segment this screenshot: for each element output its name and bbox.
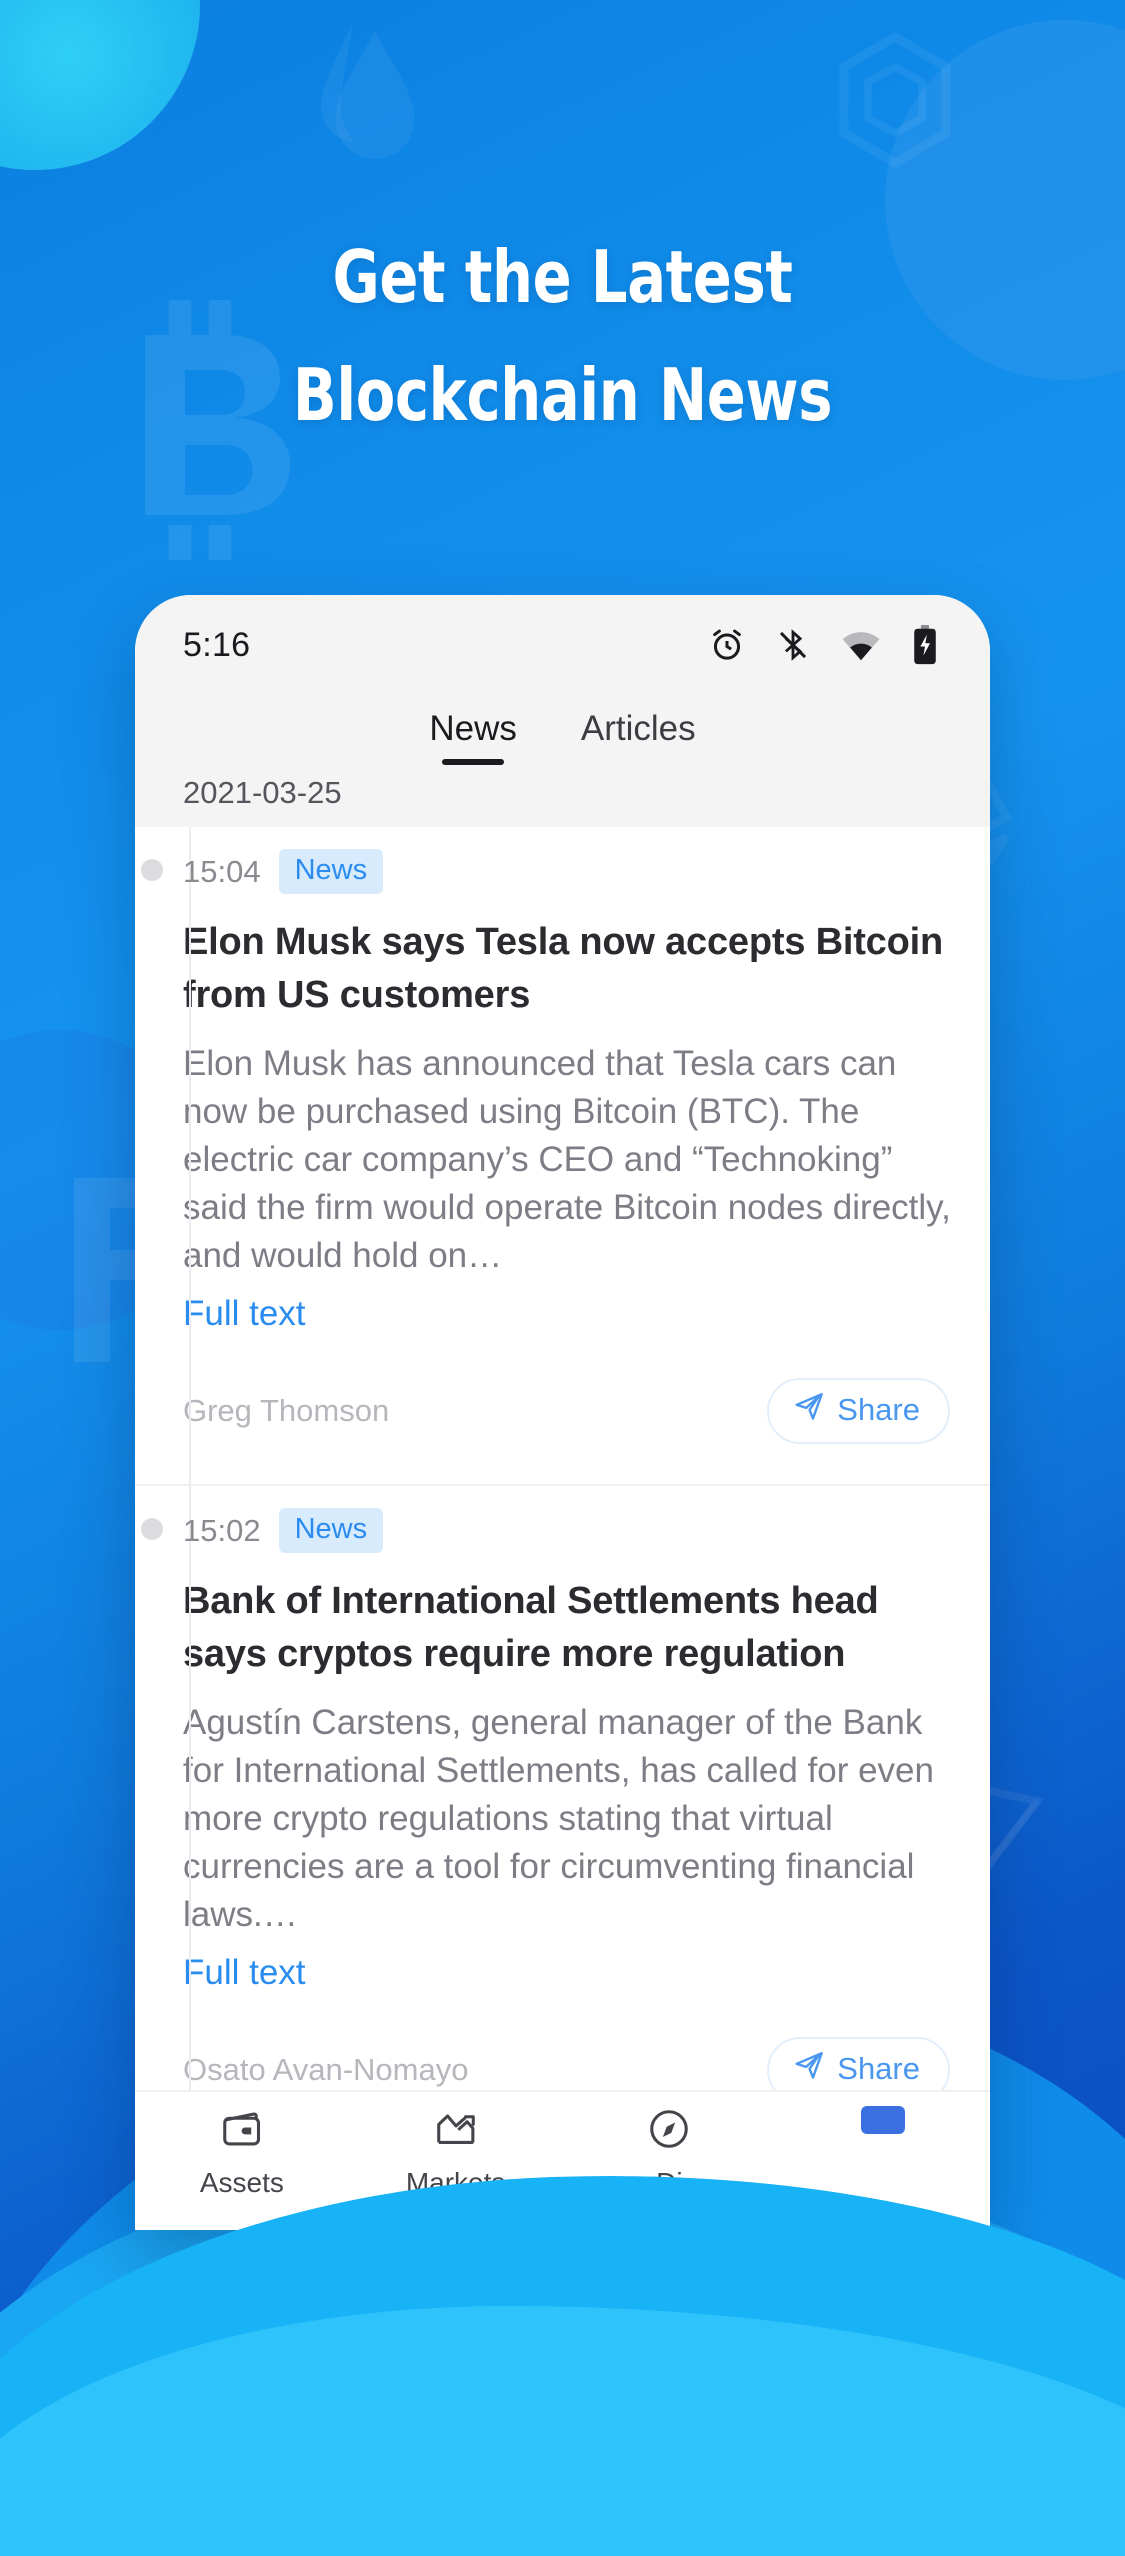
wallet-icon xyxy=(219,2106,265,2157)
status-badge: News xyxy=(278,849,384,894)
nav-item-assets-label: Assets xyxy=(199,2167,284,2198)
date-section-header: 2021-03-25 xyxy=(135,771,990,827)
status-system-icons xyxy=(708,625,938,665)
hexagon-node-watermark-icon xyxy=(820,25,970,175)
news-item-author: Greg Thomson xyxy=(183,1393,390,1428)
droplet-watermark-icon xyxy=(300,20,450,190)
news-item-meta: 15:04 News xyxy=(141,827,990,900)
bluetooth-off-icon xyxy=(776,626,810,664)
status-clock: 5:16 xyxy=(183,625,251,664)
timeline-dot xyxy=(141,1518,163,1540)
headline-line-1: Get the Latest xyxy=(332,235,793,319)
news-icon xyxy=(861,2106,906,2134)
news-feed[interactable]: 15:04 News Elon Musk says Tesla now acce… xyxy=(135,827,990,2218)
phone-status-bar: 5:16 xyxy=(135,595,990,695)
wifi-icon xyxy=(840,628,882,662)
headline-line-2: Blockchain News xyxy=(292,353,833,437)
full-text-link[interactable]: Full text xyxy=(183,1939,990,1993)
news-item-author: Osato Avan-Nomayo xyxy=(183,2052,469,2087)
news-item-meta: 15:02 News xyxy=(141,1486,990,1559)
news-item-summary: Elon Musk has announced that Tesla cars … xyxy=(183,1044,951,1275)
tab-news-label: News xyxy=(429,709,517,748)
alarm-icon xyxy=(708,626,746,664)
tab-active-indicator xyxy=(442,759,505,765)
news-item-summary: Agustín Carstens, general manager of the… xyxy=(183,1703,934,1934)
share-button-label: Share xyxy=(837,2051,920,2086)
decorative-blob-top-left xyxy=(0,0,200,170)
chart-up-icon xyxy=(433,2106,479,2157)
share-button[interactable]: Share xyxy=(767,1378,950,1444)
battery-charging-icon xyxy=(912,625,938,665)
tab-articles-label: Articles xyxy=(580,709,696,748)
full-text-link[interactable]: Full text xyxy=(183,1280,990,1334)
news-item[interactable]: 15:02 News Bank of International Settlem… xyxy=(135,1486,990,2145)
news-item-time: 15:04 xyxy=(183,853,261,889)
paper-plane-icon xyxy=(793,1390,825,1430)
status-badge: News xyxy=(278,1508,384,1553)
news-item-footer: Greg Thomson Share xyxy=(183,1334,990,1484)
compass-icon xyxy=(646,2106,692,2157)
share-button-label: Share xyxy=(837,1392,920,1427)
news-item-time: 15:02 xyxy=(183,1512,261,1548)
nav-item-assets[interactable]: Assets xyxy=(135,2106,349,2199)
phone-mockup: 5:16 News Articles 2021-03-25 15:04 News… xyxy=(135,595,990,2230)
nav-item-news[interactable] xyxy=(776,2106,990,2144)
hero-headline: Get the Latest Blockchain News xyxy=(0,218,1125,454)
timeline-dot xyxy=(141,859,163,881)
feed-tabs[interactable]: News Articles xyxy=(135,695,990,771)
news-item-title[interactable]: Bank of International Settlements head s… xyxy=(183,1559,990,1681)
news-item[interactable]: 15:04 News Elon Musk says Tesla now acce… xyxy=(135,827,990,1486)
tab-news[interactable]: News xyxy=(423,703,523,771)
news-item-title[interactable]: Elon Musk says Tesla now accepts Bitcoin… xyxy=(183,900,990,1022)
paper-plane-icon xyxy=(793,2049,825,2089)
tab-articles[interactable]: Articles xyxy=(575,703,702,771)
